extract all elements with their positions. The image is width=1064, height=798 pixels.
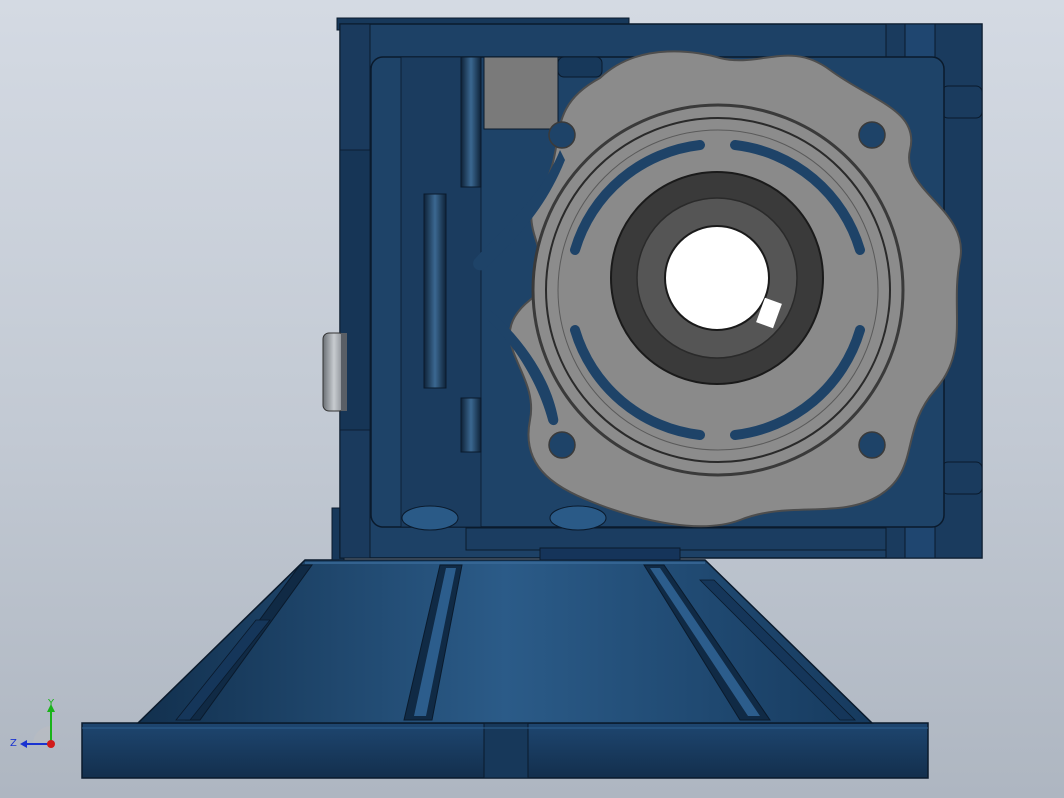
coordinate-triad: Y Z <box>10 698 55 749</box>
z-axis-arrow-icon <box>20 740 27 748</box>
model-view[interactable] <box>0 0 1064 798</box>
z-axis-label: Z <box>10 738 17 749</box>
graphics-viewport[interactable]: Y Z <box>0 0 1064 798</box>
base-plate <box>81 722 929 779</box>
input-shaft-cap <box>322 332 347 412</box>
y-axis-label: Y <box>47 698 55 709</box>
output-bore <box>610 171 824 385</box>
x-axis-dot-icon <box>47 740 55 748</box>
base-cone <box>136 559 874 724</box>
